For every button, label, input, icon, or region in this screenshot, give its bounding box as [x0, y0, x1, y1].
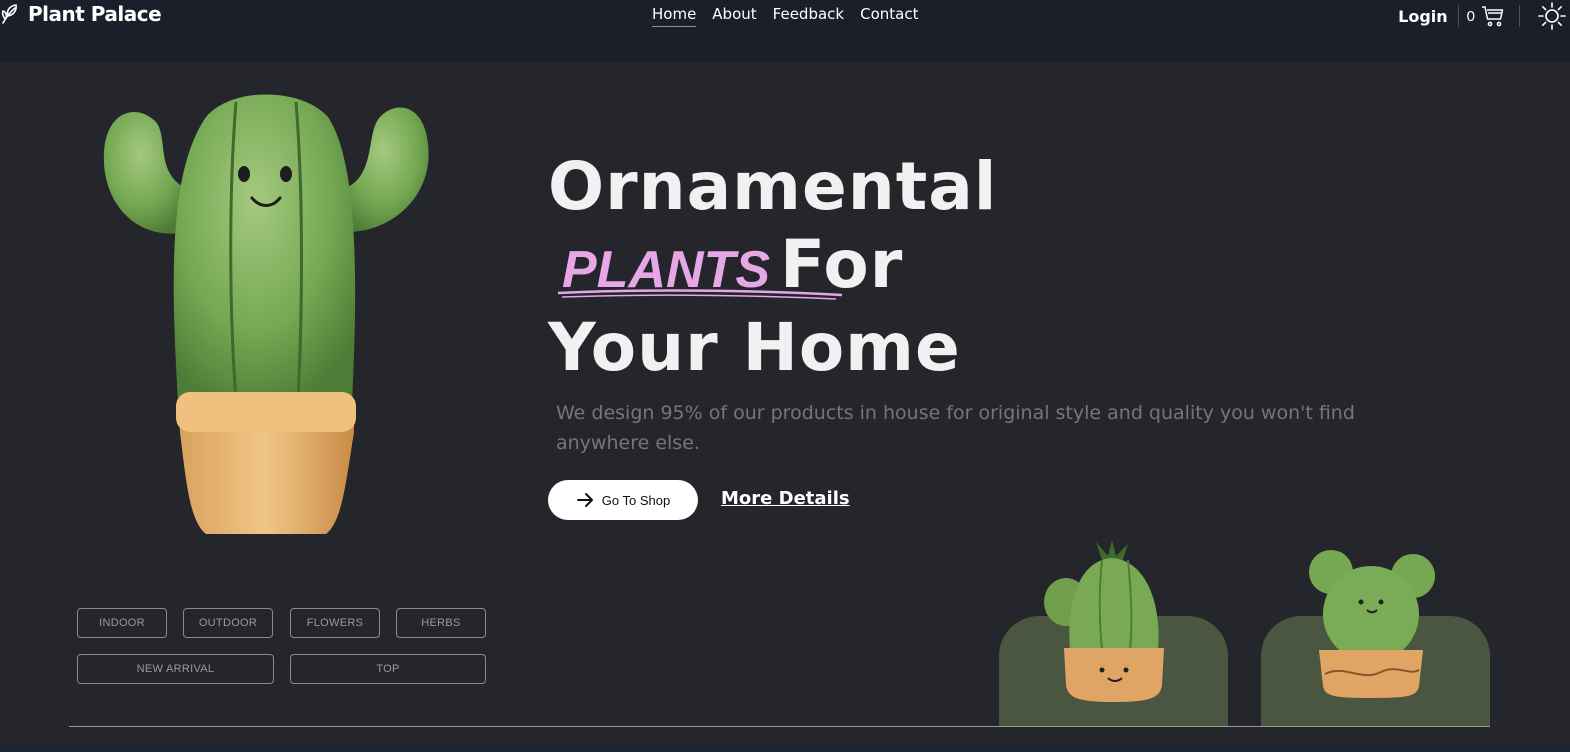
sun-icon[interactable]: [1538, 2, 1566, 30]
go-to-shop-label: Go To Shop: [601, 492, 671, 508]
category-indoor[interactable]: INDOOR: [77, 608, 167, 638]
hero-headline: Ornamental PLANTS For Your Home: [548, 148, 997, 387]
brush-underline: [557, 289, 843, 300]
headline-line-3: Your Home: [548, 309, 961, 386]
nav-actions: Login 0: [1398, 2, 1570, 30]
navbar: Plant Palace Home About Feedback Contact…: [0, 0, 1570, 62]
category-top[interactable]: TOP: [290, 654, 486, 684]
nav-about[interactable]: About: [712, 5, 756, 27]
product-cactus-2-image: [1309, 550, 1435, 698]
arrow-right-icon: [576, 493, 593, 507]
product-cactus-1-image: [1044, 540, 1164, 702]
nav-feedback[interactable]: Feedback: [773, 5, 844, 27]
category-flowers[interactable]: FLOWERS: [290, 608, 380, 638]
nav-separator: [1519, 5, 1520, 27]
cart-count: 0: [1466, 7, 1475, 25]
hero-cactus-image: [103, 94, 429, 534]
leaf-icon: [1, 4, 17, 24]
login-link[interactable]: Login: [1398, 7, 1448, 26]
brand-name: Plant Palace: [28, 2, 162, 26]
more-details-link[interactable]: More Details: [721, 488, 850, 509]
hero-description: We design 95% of our products in house f…: [556, 402, 1355, 454]
section-divider: [69, 726, 1490, 727]
main-nav: Home About Feedback Contact: [652, 5, 918, 27]
category-outdoor[interactable]: OUTDOOR: [183, 608, 273, 638]
go-to-shop-button[interactable]: Go To Shop: [548, 480, 698, 520]
category-new-arrival[interactable]: NEW ARRIVAL: [77, 654, 274, 684]
nav-contact[interactable]: Contact: [860, 5, 918, 27]
headline-line-2: PLANTS For: [548, 226, 997, 309]
headline-line-1: Ornamental: [548, 148, 998, 225]
nav-separator: [1457, 5, 1459, 27]
bottom-strip: [0, 744, 1570, 752]
nav-home[interactable]: Home: [652, 5, 697, 27]
brand[interactable]: Plant Palace: [0, 2, 162, 26]
cart-icon[interactable]: [1481, 4, 1505, 28]
category-herbs[interactable]: HERBS: [396, 608, 486, 638]
headline-highlight: PLANTS: [557, 231, 843, 309]
